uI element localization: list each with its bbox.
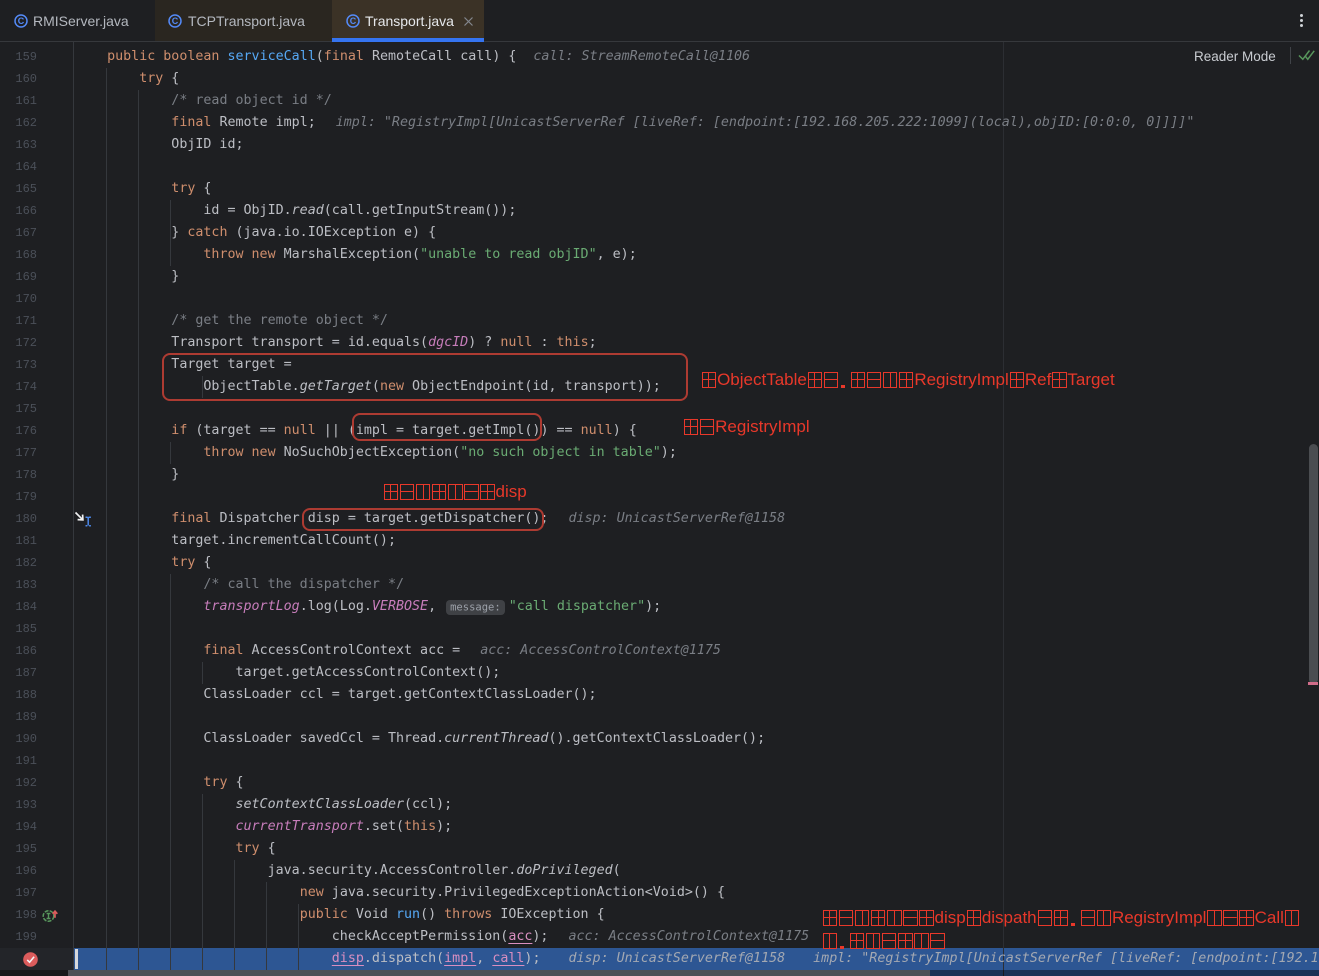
svg-text:C: C — [172, 16, 179, 26]
svg-text:C: C — [18, 16, 25, 26]
svg-text:C: C — [350, 16, 357, 26]
